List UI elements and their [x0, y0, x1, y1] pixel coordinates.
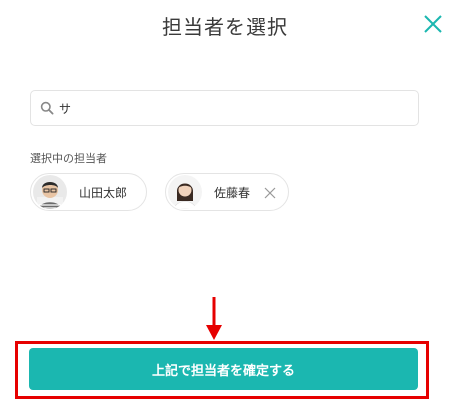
- avatar: [33, 175, 67, 209]
- search-field[interactable]: [30, 90, 419, 126]
- selected-person-chip: 山田太郎: [30, 173, 147, 211]
- close-icon: [424, 15, 442, 33]
- person-name: 佐藤春: [214, 185, 251, 200]
- selected-person-chip: 佐藤春: [165, 173, 289, 211]
- dialog-title: 担当者を選択: [162, 15, 288, 39]
- close-icon: [264, 187, 276, 199]
- selected-section-label: 選択中の担当者: [30, 152, 107, 165]
- avatar: [168, 175, 202, 209]
- search-icon: [39, 100, 55, 116]
- annotation-arrow-icon: [206, 297, 222, 340]
- confirm-assignee-button[interactable]: 上記で担当者を確定する: [29, 348, 418, 390]
- remove-person-button[interactable]: [263, 185, 277, 199]
- close-button[interactable]: [421, 12, 445, 36]
- search-input[interactable]: [55, 93, 418, 123]
- person-name: 山田太郎: [79, 185, 128, 200]
